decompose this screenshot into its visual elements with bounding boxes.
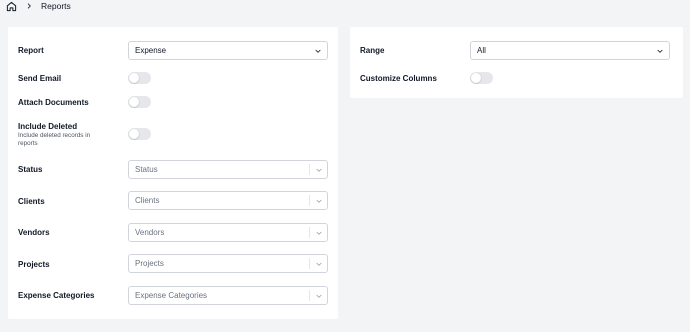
projects-select[interactable]: Projects (128, 254, 328, 273)
status-placeholder: Status (135, 165, 158, 174)
expense-categories-placeholder: Expense Categories (135, 291, 208, 300)
status-label: Status (18, 165, 43, 174)
send-email-label: Send Email (18, 74, 62, 83)
report-select[interactable]: Expense (128, 41, 328, 60)
report-select-value: Expense (135, 46, 167, 55)
include-deleted-title: Include Deleted (18, 122, 78, 131)
chevron-down-icon[interactable] (309, 227, 327, 238)
breadcrumb-current: Reports (41, 1, 71, 11)
projects-label: Projects (18, 260, 50, 269)
include-deleted-toggle[interactable] (128, 128, 151, 140)
range-select[interactable]: All (470, 41, 670, 60)
report-settings-panel: Report Expense Send Email Attach Documen… (8, 27, 338, 319)
home-icon[interactable] (6, 1, 17, 12)
status-select[interactable]: Status (128, 160, 328, 179)
report-label: Report (18, 46, 44, 55)
chevron-down-icon[interactable] (309, 258, 327, 269)
vendors-placeholder: Vendors (135, 228, 165, 237)
customize-columns-toggle[interactable] (470, 72, 493, 84)
projects-placeholder: Projects (135, 259, 164, 268)
clients-label: Clients (18, 197, 45, 206)
send-email-toggle[interactable] (128, 72, 151, 84)
include-deleted-description: Include deleted records in reports (18, 132, 91, 147)
attach-documents-label: Attach Documents (18, 98, 89, 107)
chevron-down-icon (309, 42, 327, 59)
clients-placeholder: Clients (135, 196, 160, 205)
attach-documents-toggle[interactable] (128, 96, 151, 108)
vendors-select[interactable]: Vendors (128, 223, 328, 242)
include-deleted-label: Include Deleted Include deleted records … (18, 122, 106, 148)
range-settings-panel: Range All Customize Columns (350, 27, 683, 98)
clients-select[interactable]: Clients (128, 191, 328, 210)
chevron-right-icon (25, 2, 33, 10)
chevron-down-icon[interactable] (309, 290, 327, 301)
chevron-down-icon[interactable] (309, 195, 327, 206)
range-label: Range (360, 46, 385, 55)
breadcrumb: Reports (6, 0, 71, 12)
chevron-down-icon[interactable] (309, 164, 327, 175)
range-select-value: All (477, 46, 486, 55)
customize-columns-label: Customize Columns (360, 74, 437, 83)
expense-categories-label: Expense Categories (18, 291, 95, 300)
chevron-down-icon (651, 42, 669, 59)
vendors-label: Vendors (18, 228, 50, 237)
expense-categories-select[interactable]: Expense Categories (128, 286, 328, 305)
